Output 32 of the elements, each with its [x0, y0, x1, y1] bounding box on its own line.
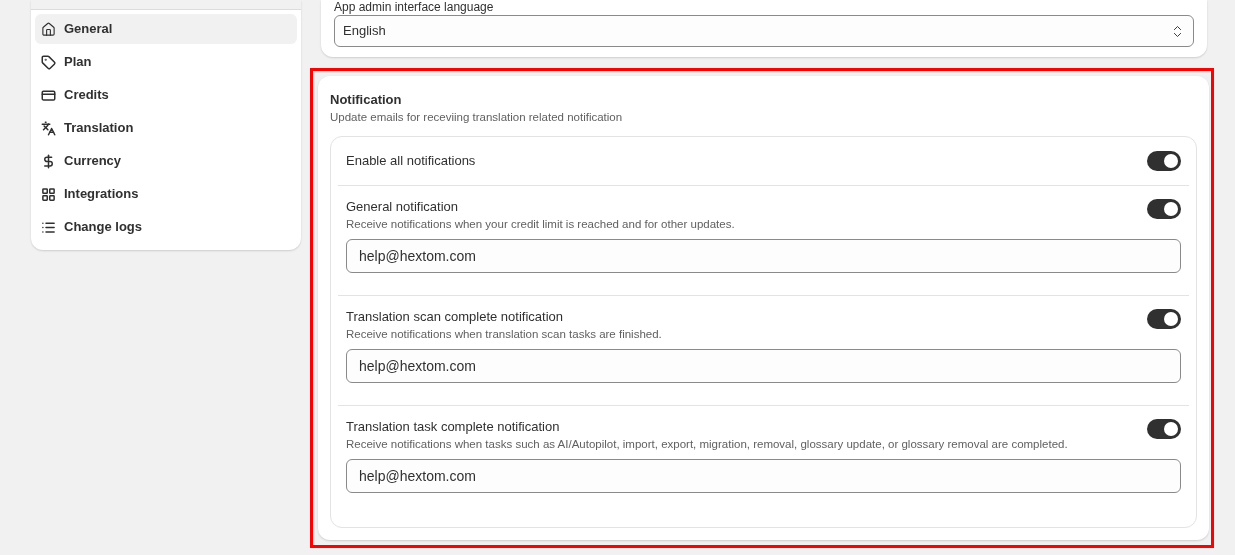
section-title: Notification — [330, 91, 403, 109]
setting-description: Receive notifications when tasks such as AI/Autopilot, import, export, migration, removal, glossary update, or glossary removal are completed. — [346, 437, 1068, 452]
toggle-switch[interactable] — [1147, 199, 1181, 219]
grid-icon — [41, 186, 56, 202]
sidebar-item[interactable]: Credits — [35, 80, 297, 110]
tag-icon — [41, 54, 56, 70]
setting-title: Translation task complete notification — [346, 419, 561, 435]
setting-description: Receive notifications when your credit limit is reached and for other updates. — [346, 217, 735, 232]
setting-label: Enable all notifications — [346, 152, 476, 171]
language-select[interactable]: English — [334, 15, 1194, 47]
home-icon — [41, 21, 56, 37]
dollar-icon — [41, 153, 56, 169]
toggle-switch[interactable] — [1147, 151, 1181, 171]
setting-title: General notification — [346, 199, 459, 215]
email-field[interactable]: help@hextom.com — [346, 349, 1181, 383]
setting-title: Translation scan complete notification — [346, 309, 565, 325]
sidebar-item[interactable]: Change logs — [35, 212, 297, 242]
field-label: App admin interface language — [334, 0, 495, 14]
sidebar-item[interactable]: Integrations — [35, 179, 297, 209]
card-icon — [41, 87, 56, 103]
sidebar-item[interactable]: Currency — [35, 146, 297, 176]
toggle-switch[interactable] — [1147, 419, 1181, 439]
list-icon — [41, 219, 56, 235]
toggle-switch[interactable] — [1147, 309, 1181, 329]
sidebar-item[interactable]: Plan — [35, 47, 297, 77]
setting-description: Receive notifications when translation scan tasks are finished. — [346, 327, 662, 342]
sidebar-item[interactable]: General — [35, 14, 297, 44]
section-subtitle: Update emails for receviing translation related notification — [330, 110, 624, 125]
email-field[interactable]: help@hextom.com — [346, 239, 1181, 273]
translate-icon — [41, 120, 56, 136]
email-field[interactable]: help@hextom.com — [346, 459, 1181, 493]
sidebar-item[interactable]: Translation — [35, 113, 297, 143]
